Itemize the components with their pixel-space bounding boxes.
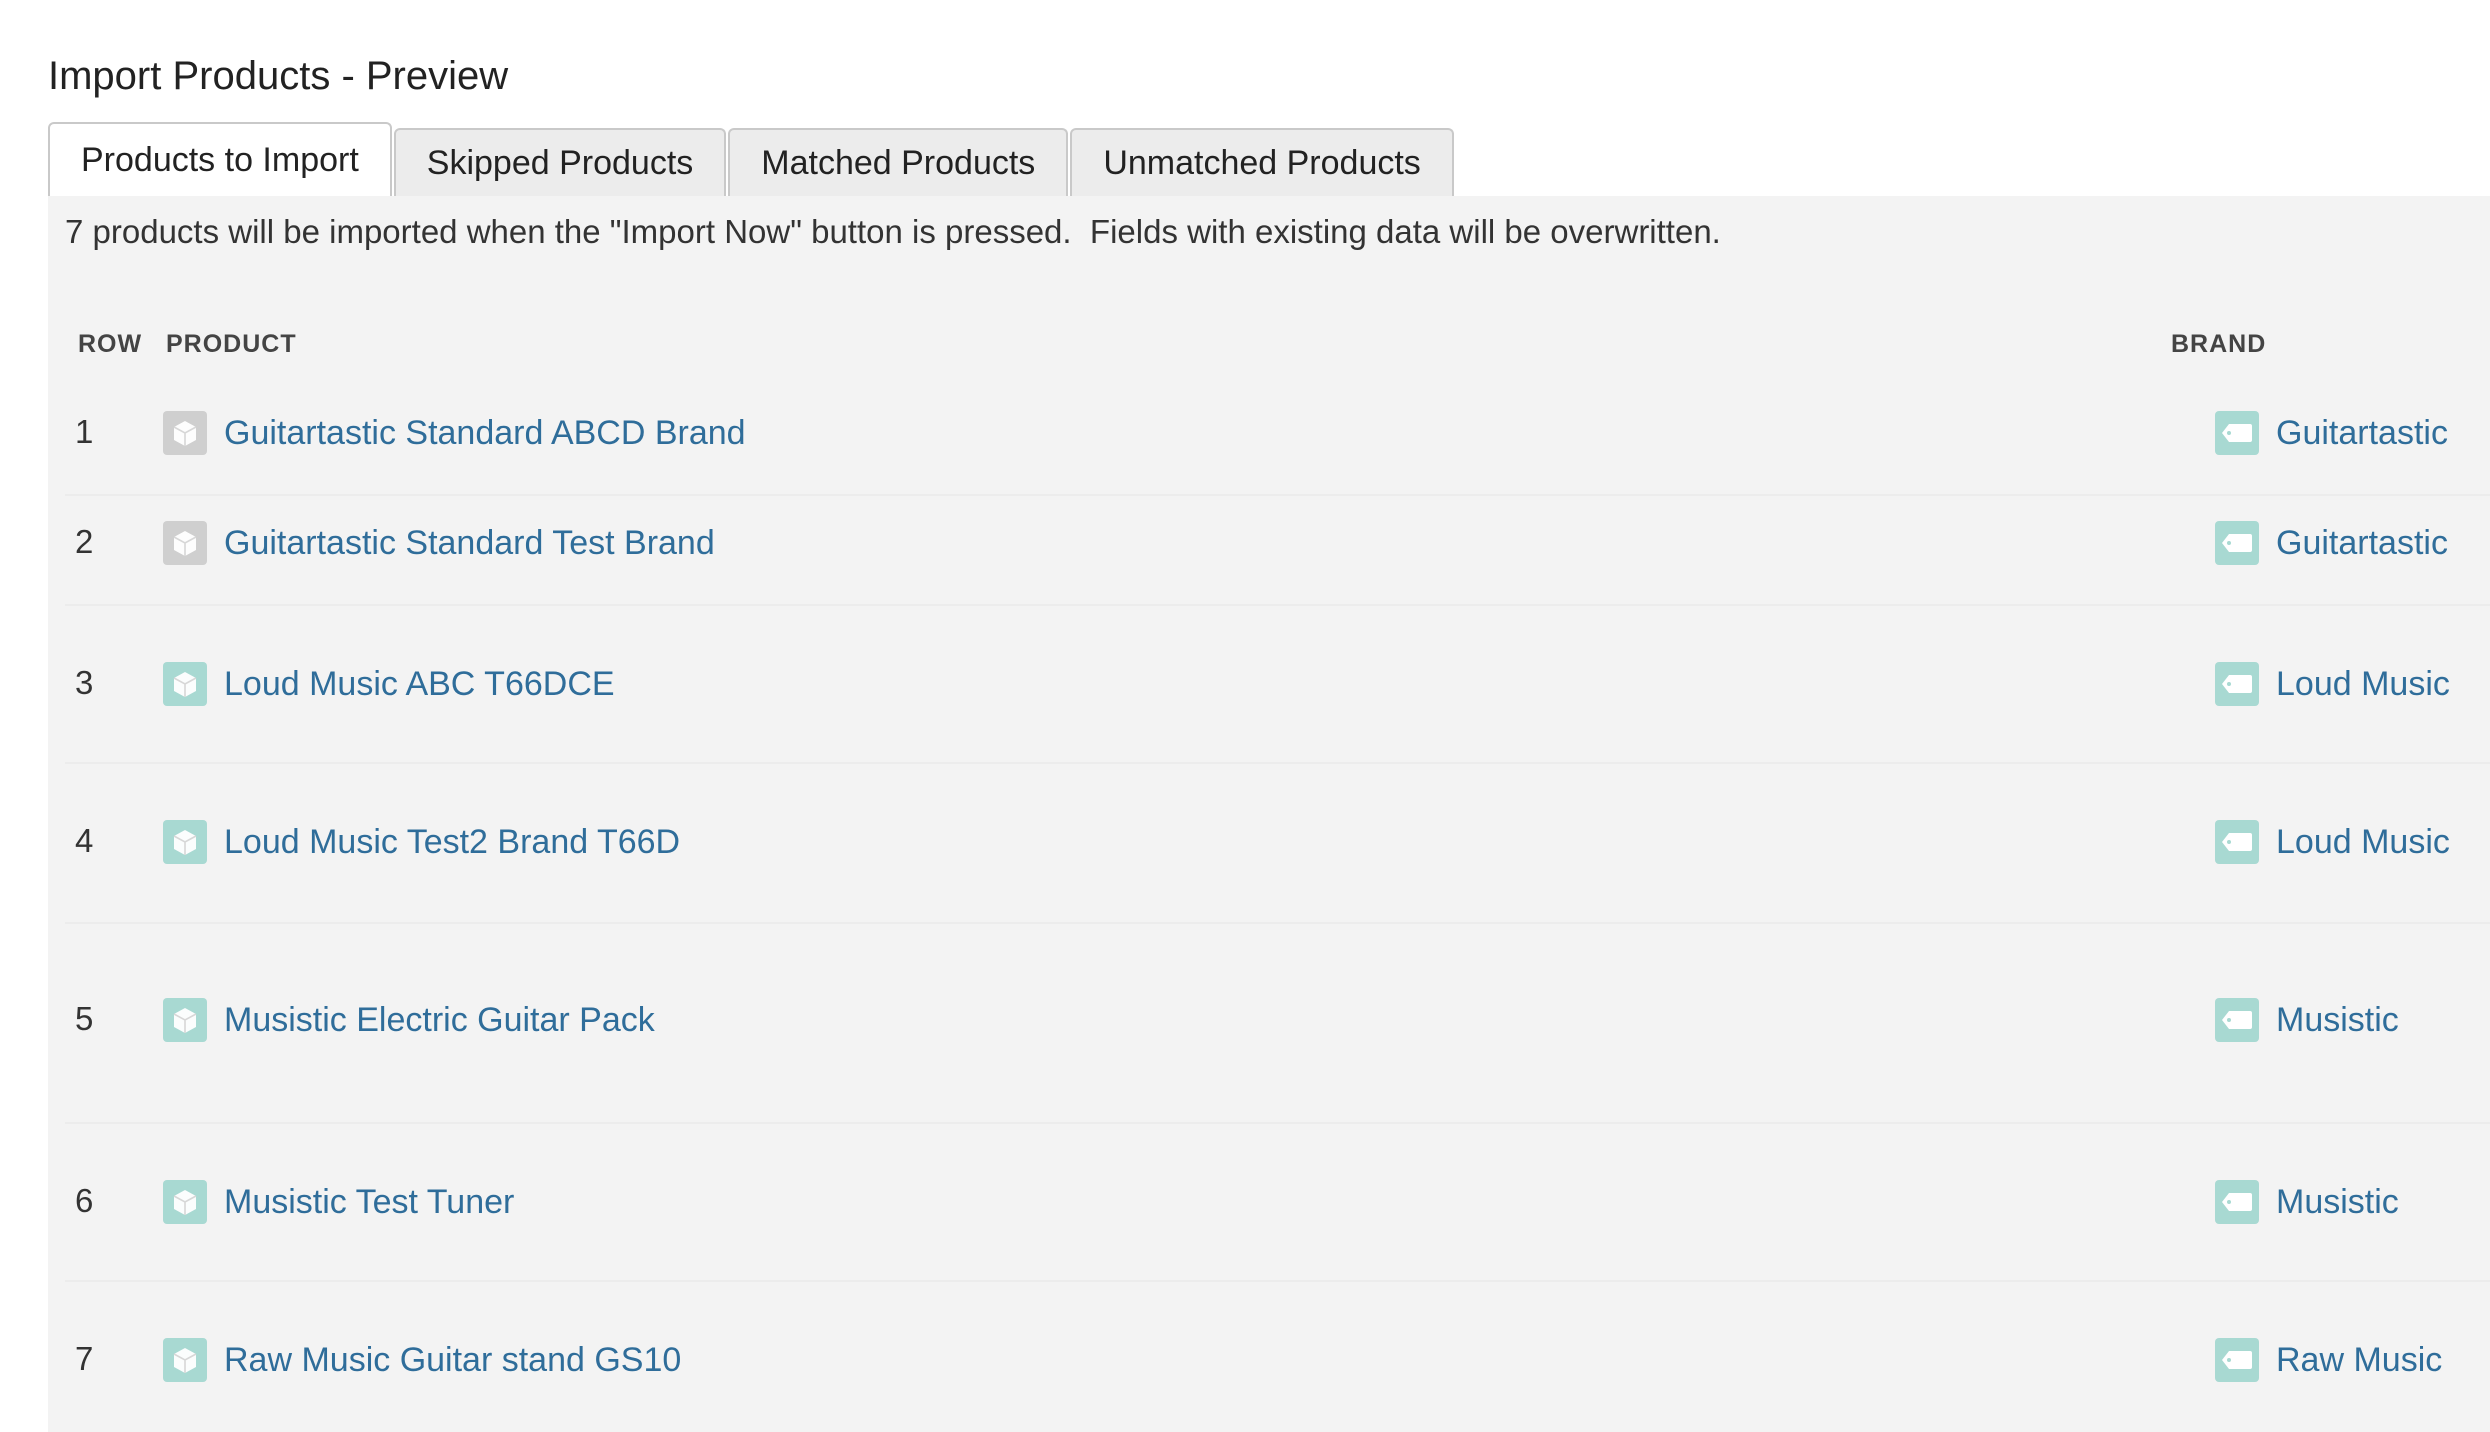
product-link[interactable]: Musistic Electric Guitar Pack bbox=[224, 1001, 655, 1040]
table-row: 4 Loud Music Test2 Brand T66D Loud Music bbox=[65, 762, 2490, 924]
table-row: 2 Guitartastic Standard Test Brand Guitart… bbox=[65, 494, 2490, 606]
product-box-icon bbox=[163, 1180, 207, 1224]
row-number: 7 bbox=[75, 1340, 94, 1377]
brand-link[interactable]: Guitartastic bbox=[2276, 414, 2448, 453]
brand-link[interactable]: Loud Music bbox=[2276, 823, 2450, 862]
brand-cell: Musistic bbox=[2215, 998, 2399, 1042]
column-header-brand: BRAND bbox=[2171, 330, 2267, 358]
table-row: 7 Raw Music Guitar stand GS10 Raw Music bbox=[65, 1280, 2490, 1432]
product-link[interactable]: Loud Music Test2 Brand T66D bbox=[224, 823, 680, 862]
brand-tag-icon bbox=[2215, 820, 2259, 864]
product-box-icon bbox=[163, 521, 207, 565]
brand-link[interactable]: Musistic bbox=[2276, 1001, 2399, 1040]
tab-unmatched-products[interactable]: Unmatched Products bbox=[1070, 128, 1454, 196]
brand-tag-icon bbox=[2215, 1338, 2259, 1382]
product-box-icon bbox=[163, 820, 207, 864]
product-link[interactable]: Loud Music ABC T66DCE bbox=[224, 665, 615, 704]
product-link[interactable]: Guitartastic Standard ABCD Brand bbox=[224, 414, 746, 453]
product-cell: Guitartastic Standard Test Brand bbox=[163, 521, 715, 565]
brand-cell: Musistic bbox=[2215, 1180, 2399, 1224]
column-header-row: ROW bbox=[78, 330, 143, 358]
product-cell: Raw Music Guitar stand GS10 bbox=[163, 1338, 681, 1382]
table-row: 5 Musistic Electric Guitar Pack Musistic bbox=[65, 922, 2490, 1124]
table-row: 6 Musistic Test Tuner Musistic bbox=[65, 1122, 2490, 1282]
product-cell: Guitartastic Standard ABCD Brand bbox=[163, 411, 746, 455]
product-cell: Musistic Electric Guitar Pack bbox=[163, 998, 655, 1042]
product-link[interactable]: Raw Music Guitar stand GS10 bbox=[224, 1341, 681, 1380]
product-cell: Loud Music Test2 Brand T66D bbox=[163, 820, 680, 864]
product-box-icon bbox=[163, 411, 207, 455]
product-cell: Loud Music ABC T66DCE bbox=[163, 662, 615, 706]
row-number: 4 bbox=[75, 822, 94, 859]
product-box-icon bbox=[163, 1338, 207, 1382]
row-number: 5 bbox=[75, 1000, 94, 1037]
row-number: 6 bbox=[75, 1182, 94, 1219]
column-header-product: PRODUCT bbox=[166, 330, 297, 358]
page-title: Import Products - Preview bbox=[48, 54, 509, 98]
import-notice: 7 products will be imported when the "Im… bbox=[65, 213, 1721, 250]
brand-link[interactable]: Musistic bbox=[2276, 1183, 2399, 1222]
brand-cell: Loud Music bbox=[2215, 820, 2450, 864]
tab-products-to-import[interactable]: Products to Import bbox=[48, 122, 392, 196]
brand-link[interactable]: Loud Music bbox=[2276, 665, 2450, 704]
brand-tag-icon bbox=[2215, 998, 2259, 1042]
product-box-icon bbox=[163, 662, 207, 706]
brand-link[interactable]: Raw Music bbox=[2276, 1341, 2442, 1380]
product-cell: Musistic Test Tuner bbox=[163, 1180, 514, 1224]
brand-cell: Loud Music bbox=[2215, 662, 2450, 706]
brand-link[interactable]: Guitartastic bbox=[2276, 524, 2448, 563]
brand-tag-icon bbox=[2215, 411, 2259, 455]
row-number: 3 bbox=[75, 664, 94, 701]
brand-cell: Guitartastic bbox=[2215, 411, 2448, 455]
brand-cell: Guitartastic bbox=[2215, 521, 2448, 565]
brand-tag-icon bbox=[2215, 1180, 2259, 1224]
table-row: 3 Loud Music ABC T66DCE Loud Music bbox=[65, 604, 2490, 764]
row-number: 2 bbox=[75, 523, 94, 560]
brand-tag-icon bbox=[2215, 521, 2259, 565]
brand-cell: Raw Music bbox=[2215, 1338, 2442, 1382]
tab-skipped-products[interactable]: Skipped Products bbox=[393, 128, 727, 196]
tab-matched-products[interactable]: Matched Products bbox=[728, 128, 1069, 196]
table-row: 1 Guitartastic Standard ABCD Brand Guitart… bbox=[65, 384, 2490, 496]
tab-bar: Products to Import Skipped Products Matc… bbox=[48, 122, 1454, 196]
product-link[interactable]: Guitartastic Standard Test Brand bbox=[224, 524, 715, 563]
tab-panel-products-to-import: 7 products will be imported when the "Im… bbox=[48, 196, 2490, 1432]
product-box-icon bbox=[163, 998, 207, 1042]
brand-tag-icon bbox=[2215, 662, 2259, 706]
product-link[interactable]: Musistic Test Tuner bbox=[224, 1183, 514, 1222]
row-number: 1 bbox=[75, 413, 94, 450]
